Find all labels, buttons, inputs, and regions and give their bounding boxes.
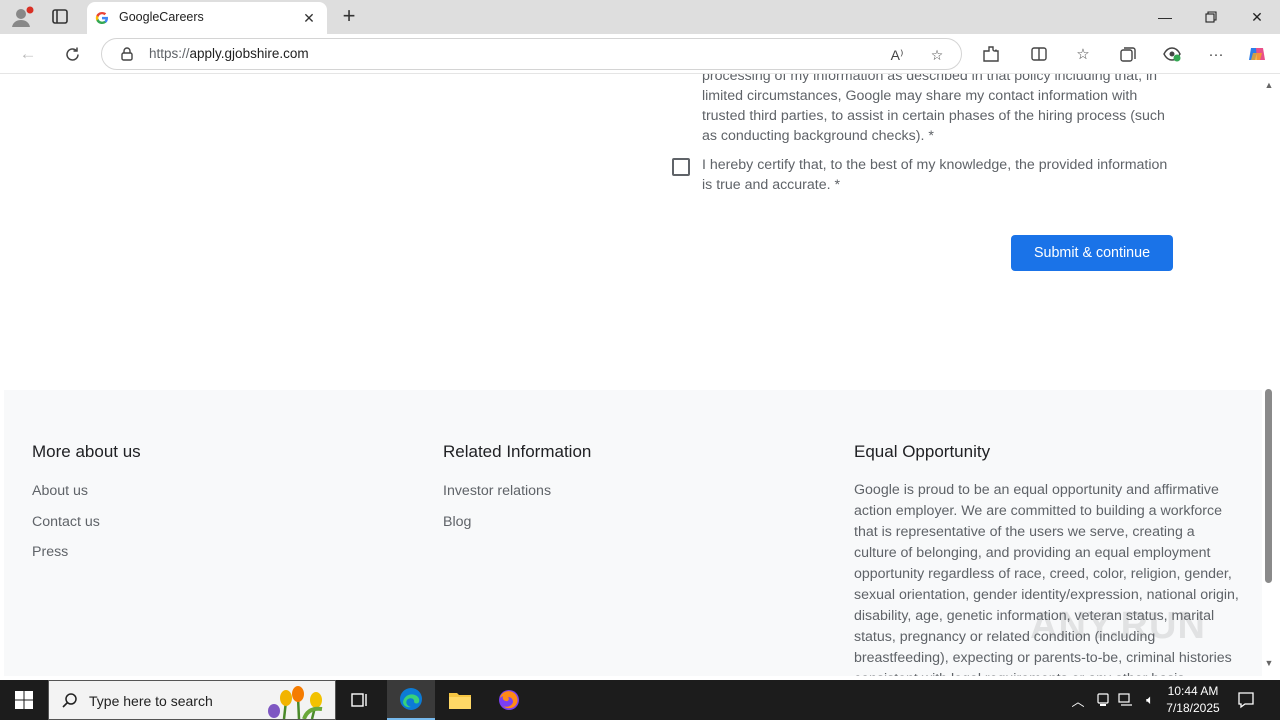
taskbar-clock[interactable]: 10:44 AM 7/18/2025	[1162, 683, 1224, 717]
browser-tab-bar: GoogleCareers ✕ + ― ✕	[0, 0, 1280, 34]
taskbar-search-box[interactable]: Type here to search	[48, 680, 336, 720]
browser-essentials-icon[interactable]	[1161, 43, 1183, 65]
search-placeholder: Type here to search	[89, 693, 213, 709]
footer-more-about-us-title: More about us	[32, 442, 141, 461]
favorite-star-icon[interactable]: ☆	[928, 46, 946, 64]
clock-date: 7/18/2025	[1166, 701, 1220, 715]
page-scrollbar[interactable]: ▲ ▼	[1262, 74, 1276, 676]
windows-start-icon[interactable]	[0, 680, 48, 720]
copilot-icon[interactable]	[1246, 43, 1268, 65]
footer-link-blog[interactable]: Blog	[443, 514, 471, 530]
certify-label: I hereby certify that, to the best of my…	[702, 157, 1168, 193]
minimize-icon[interactable]: ―	[1142, 0, 1188, 34]
refresh-icon[interactable]	[60, 42, 84, 66]
tab-close-icon[interactable]: ✕	[301, 10, 317, 26]
network-icon[interactable]	[1117, 691, 1135, 709]
settings-more-icon[interactable]: ···	[1205, 43, 1227, 65]
read-aloud-icon[interactable]: A⁾	[888, 46, 906, 64]
site-info-icon[interactable]	[119, 46, 135, 62]
tab-actions-icon[interactable]	[48, 5, 72, 29]
volume-icon[interactable]: 🔈︎	[1141, 691, 1159, 709]
file-explorer-icon[interactable]	[436, 680, 484, 720]
back-icon[interactable]: ←	[16, 42, 40, 66]
scroll-up-icon[interactable]: ▲	[1264, 80, 1274, 90]
tab-title: GoogleCareers	[119, 10, 204, 24]
footer-link-contact-us[interactable]: Contact us	[32, 514, 100, 530]
edge-taskbar-icon[interactable]	[387, 680, 435, 720]
footer-equal-opportunity-title: Equal Opportunity	[854, 442, 991, 461]
browser-tab-active[interactable]: GoogleCareers ✕	[87, 2, 327, 34]
extensions-icon[interactable]	[980, 43, 1002, 65]
submit-continue-button[interactable]: Submit & continue	[1011, 235, 1173, 271]
certify-checkbox[interactable]	[672, 158, 690, 176]
anyrun-watermark: ANY.RUN	[1030, 605, 1206, 647]
footer-link-investor-relations[interactable]: Investor relations	[443, 483, 551, 499]
url-text[interactable]: https://apply.gjobshire.com	[149, 46, 309, 61]
split-screen-icon[interactable]	[1028, 43, 1050, 65]
privacy-consent-text: processing of my information as describe…	[702, 74, 1165, 144]
task-view-icon[interactable]	[336, 680, 384, 720]
search-icon	[61, 692, 79, 710]
footer-related-information-title: Related Information	[443, 442, 592, 461]
google-favicon-icon	[95, 11, 109, 25]
restore-icon[interactable]	[1188, 0, 1234, 34]
notification-center-icon[interactable]	[1236, 690, 1256, 710]
windows-taskbar: Type here to search ︿ 🔈︎ 10:44 AM 7/18/2…	[0, 680, 1280, 720]
new-tab-icon[interactable]: +	[338, 5, 360, 27]
footer-link-about-us[interactable]: About us	[32, 483, 88, 499]
profile-icon[interactable]	[9, 5, 35, 29]
tray-overflow-chevron-icon[interactable]: ︿	[1069, 691, 1087, 709]
firefox-icon[interactable]	[485, 680, 533, 720]
favorites-icon[interactable]: ☆	[1072, 43, 1094, 65]
close-window-icon[interactable]: ✕	[1234, 0, 1280, 34]
scroll-down-icon[interactable]: ▼	[1264, 658, 1274, 668]
device-status-icon[interactable]	[1094, 691, 1112, 709]
scrollbar-thumb[interactable]	[1265, 389, 1272, 583]
browser-toolbar: ← https://apply.gjobshire.com A⁾ ☆ ☆ ···	[0, 34, 1280, 74]
clock-time: 10:44 AM	[1167, 684, 1219, 698]
page-viewport: processing of my information as describe…	[4, 74, 1262, 676]
address-bar[interactable]: https://apply.gjobshire.com A⁾ ☆	[101, 38, 962, 70]
search-highlight-flowers-icon	[264, 683, 334, 720]
footer-link-press[interactable]: Press	[32, 544, 68, 560]
collections-icon[interactable]	[1117, 43, 1139, 65]
